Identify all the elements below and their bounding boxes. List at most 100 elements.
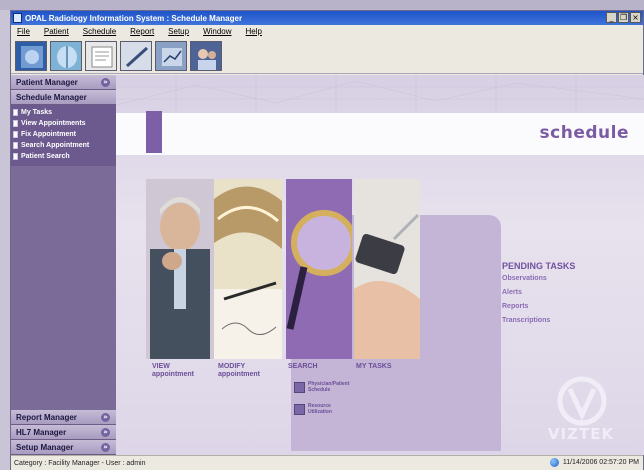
my-tasks-label[interactable]: MY TASKS <box>356 363 392 371</box>
app-window: OPAL Radiology Information System : Sche… <box>10 10 644 470</box>
pending-tasks-title: PENDING TASKS <box>502 261 576 271</box>
expand-icon[interactable]: » <box>101 78 110 87</box>
sidebar-item-fix-appointment[interactable]: Fix Appointment <box>13 129 116 140</box>
menu-help[interactable]: Help <box>246 27 262 36</box>
status-bar: Category : Facility Manager - User : adm… <box>11 455 643 470</box>
expand-icon[interactable]: » <box>101 443 110 452</box>
menu-patient[interactable]: Patient <box>44 27 69 36</box>
sidebar-item-patient-search[interactable]: Patient Search <box>13 151 116 162</box>
toolbar-scan-button[interactable] <box>15 40 47 71</box>
expand-icon[interactable]: » <box>101 428 110 437</box>
banner-accent <box>146 111 162 153</box>
menu-schedule[interactable]: Schedule <box>83 27 116 36</box>
title-bar[interactable]: OPAL Radiology Information System : Sche… <box>11 11 643 25</box>
expand-icon[interactable]: » <box>101 413 110 422</box>
sublink-line2: Utilization <box>308 409 332 415</box>
page-title: schedule <box>539 123 629 143</box>
tile-line1: MODIFY <box>218 363 246 370</box>
window-controls: _ ❐ × <box>606 12 641 23</box>
pda-photo-icon <box>354 179 420 359</box>
sidebar-item-label: My Tasks <box>21 109 52 116</box>
sidebar-hl7-manager-label: HL7 Manager <box>16 427 67 437</box>
toolbar-xray-button[interactable] <box>50 40 82 71</box>
close-button[interactable]: × <box>630 12 641 23</box>
status-datetime: 11/14/2006 02:57:20 PM <box>562 459 639 466</box>
people-icon <box>198 48 216 70</box>
toolbar-people-button[interactable] <box>190 40 222 71</box>
sidebar-patient-manager[interactable]: Patient Manager » <box>11 75 116 90</box>
sidebar-report-manager-label: Report Manager <box>16 412 77 422</box>
sublink-text: Resource Utilization <box>308 403 332 415</box>
search-tile[interactable] <box>286 179 352 359</box>
sidebar-report-manager[interactable]: Report Manager » <box>11 410 116 425</box>
sidebar-item-label: View Appointments <box>21 120 86 127</box>
menu-window[interactable]: Window <box>203 27 231 36</box>
pending-transcriptions[interactable]: Transcriptions <box>502 317 575 331</box>
schedule-manager-items: My Tasks View Appointments Fix Appointme… <box>11 105 116 166</box>
document-icon <box>91 46 113 67</box>
status-right: 11/14/2006 02:57:20 PM <box>549 458 639 467</box>
page-icon <box>13 131 18 138</box>
man-photo-icon <box>146 179 214 359</box>
toolbar-chart-button[interactable] <box>155 40 187 71</box>
sidebar-schedule-manager[interactable]: Schedule Manager <box>11 90 116 105</box>
sidebar-item-label: Fix Appointment <box>21 131 76 138</box>
physician-patient-schedule-link[interactable]: Physician/Patient Schedule <box>294 381 349 393</box>
tile-line1: MY TASKS <box>356 363 392 370</box>
toolbar-document-button[interactable] <box>85 40 117 71</box>
tile-line2: appointment <box>218 371 260 378</box>
sublink-line2: Schedule <box>308 387 331 393</box>
sidebar-patient-manager-label: Patient Manager <box>16 77 78 87</box>
logo-text: VIZTEK <box>547 425 615 443</box>
sidebar-item-label: Patient Search <box>21 153 70 160</box>
globe-icon <box>549 458 559 467</box>
sidebar-bottom-group: Report Manager » HL7 Manager » Setup Man… <box>11 410 116 455</box>
menu-file[interactable]: File <box>17 27 30 36</box>
main-content: schedule VIEW appointment MODIFY appoint… <box>116 75 644 455</box>
pen-icon <box>125 46 149 67</box>
tile-line1: VIEW <box>152 363 170 370</box>
menu-bar: File Patient Schedule Report Setup Windo… <box>11 25 643 38</box>
modify-appointment-tile[interactable] <box>214 179 282 359</box>
view-appointment-tile[interactable] <box>146 179 214 359</box>
sidebar-item-label: Search Appointment <box>21 142 90 149</box>
status-left: Category : Facility Manager - User : adm… <box>14 459 146 467</box>
sidebar-setup-manager-label: Setup Manager <box>16 442 74 452</box>
window-title: OPAL Radiology Information System : Sche… <box>25 13 243 23</box>
minimize-button[interactable]: _ <box>606 12 617 23</box>
modify-appointment-label[interactable]: MODIFY appointment <box>218 363 260 379</box>
my-tasks-tile[interactable] <box>354 179 420 359</box>
resource-utilization-link[interactable]: Resource Utilization <box>294 403 332 415</box>
sidebar-setup-manager[interactable]: Setup Manager » <box>11 440 116 455</box>
tile-line1: SEARCH <box>288 363 318 370</box>
calendar-icon <box>294 381 305 393</box>
logo-mark-icon <box>557 376 607 426</box>
sidebar: Patient Manager » Schedule Manager My Ta… <box>11 75 116 455</box>
pending-tasks: PENDING TASKS Observations Alerts Report… <box>502 261 575 331</box>
view-appointment-label[interactable]: VIEW appointment <box>152 363 194 379</box>
toolbar <box>11 38 643 74</box>
magnifier-photo-icon <box>286 179 352 359</box>
sidebar-schedule-manager-label: Schedule Manager <box>16 92 87 102</box>
page-icon <box>13 109 18 116</box>
menu-setup[interactable]: Setup <box>168 27 189 36</box>
restore-button[interactable]: ❐ <box>618 12 629 23</box>
sublink-text: Physician/Patient Schedule <box>308 381 349 393</box>
pending-alerts[interactable]: Alerts <box>502 289 575 303</box>
app-icon <box>13 13 22 23</box>
search-label[interactable]: SEARCH <box>288 363 318 371</box>
sidebar-item-view-appointments[interactable]: View Appointments <box>13 118 116 129</box>
sidebar-item-search-appointment[interactable]: Search Appointment <box>13 140 116 151</box>
pending-observations[interactable]: Observations <box>502 275 575 289</box>
pending-reports[interactable]: Reports <box>502 303 575 317</box>
toolbar-pen-button[interactable] <box>120 40 152 71</box>
chart-icon <box>162 47 182 66</box>
viztek-logo: VIZTEK <box>536 375 626 447</box>
page-icon <box>13 153 18 160</box>
page-icon <box>13 142 18 149</box>
sidebar-hl7-manager[interactable]: HL7 Manager » <box>11 425 116 440</box>
sidebar-item-my-tasks[interactable]: My Tasks <box>13 107 116 118</box>
xray-icon <box>21 45 43 68</box>
menu-report[interactable]: Report <box>130 27 154 36</box>
desktop-strip <box>0 0 644 10</box>
